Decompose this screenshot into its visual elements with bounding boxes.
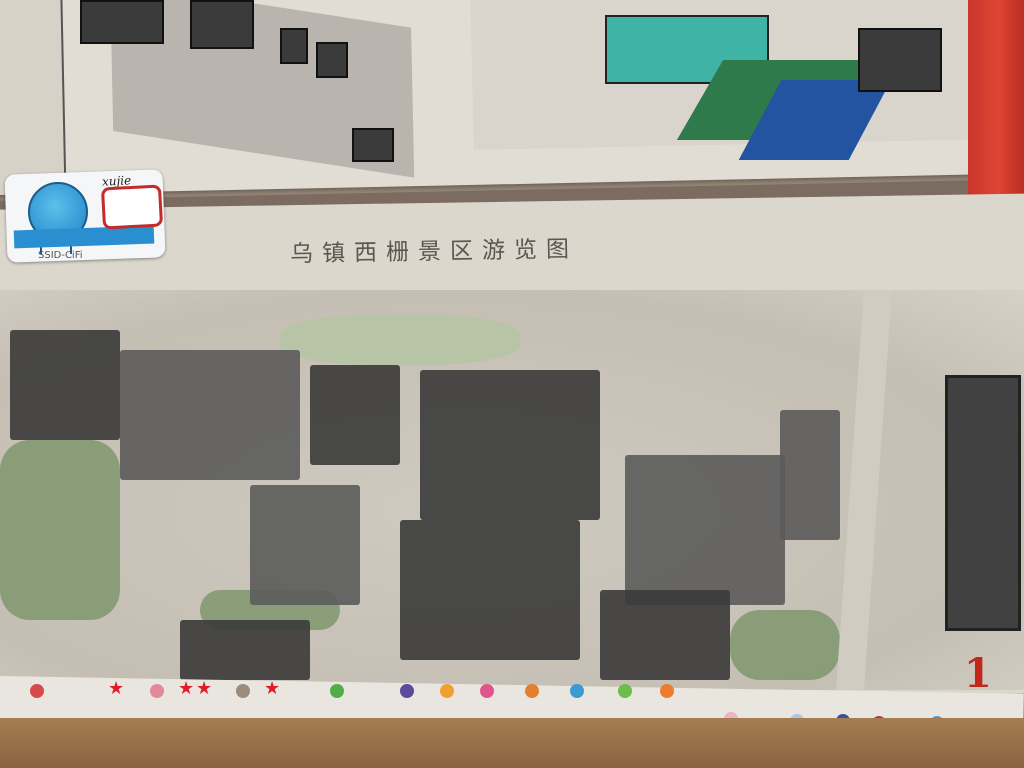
upper-map-building [280, 28, 308, 64]
sticker-dot [570, 684, 584, 698]
photo-scene: 乌镇西栅景区游览图 1 SSID-CiFi xujie ★ ★ ★ ★ [0, 0, 1024, 768]
building-cluster [420, 370, 600, 520]
map-temple-complex [945, 375, 1021, 631]
map-title: 乌镇西栅景区游览图 [289, 236, 579, 268]
sticker-dot [236, 684, 250, 698]
upper-map-building [352, 128, 394, 162]
sticker-dot [330, 684, 344, 698]
star-sticker: ★ [264, 678, 281, 699]
sticker-dot [660, 684, 674, 698]
sticker-dot [525, 684, 539, 698]
sticker-brand: SSID-CiFi [38, 250, 83, 261]
building-cluster [600, 590, 730, 680]
sticker-dot [440, 684, 454, 698]
sticker-dot [480, 684, 494, 698]
sticker-dot [400, 684, 414, 698]
sticker-dot [150, 684, 164, 698]
building-cluster [250, 485, 360, 605]
sticker-dot [30, 684, 44, 698]
building-cluster [180, 620, 310, 680]
wooden-frame [0, 718, 1024, 768]
upper-map-building [190, 0, 254, 49]
page-number: 1 [964, 650, 992, 697]
aerial-map [0, 290, 1024, 690]
upper-map-building [80, 0, 164, 44]
building-cluster [400, 520, 580, 660]
upper-map-building [316, 42, 348, 78]
building-cluster [780, 410, 840, 540]
sticker-dot [618, 684, 632, 698]
sticker-password-box [100, 184, 164, 230]
building-cluster [120, 350, 300, 480]
map-tree-belt [730, 610, 840, 680]
map-tree-belt [0, 440, 120, 620]
building-cluster [310, 365, 400, 465]
star-sticker: ★ [108, 678, 125, 699]
upper-map-legend [0, 0, 67, 195]
building-cluster [625, 455, 785, 605]
star-sticker: ★ [196, 678, 213, 699]
map-green-field [280, 315, 520, 365]
building-cluster [10, 330, 120, 440]
upper-map-building [858, 28, 942, 92]
star-sticker: ★ [178, 678, 195, 699]
